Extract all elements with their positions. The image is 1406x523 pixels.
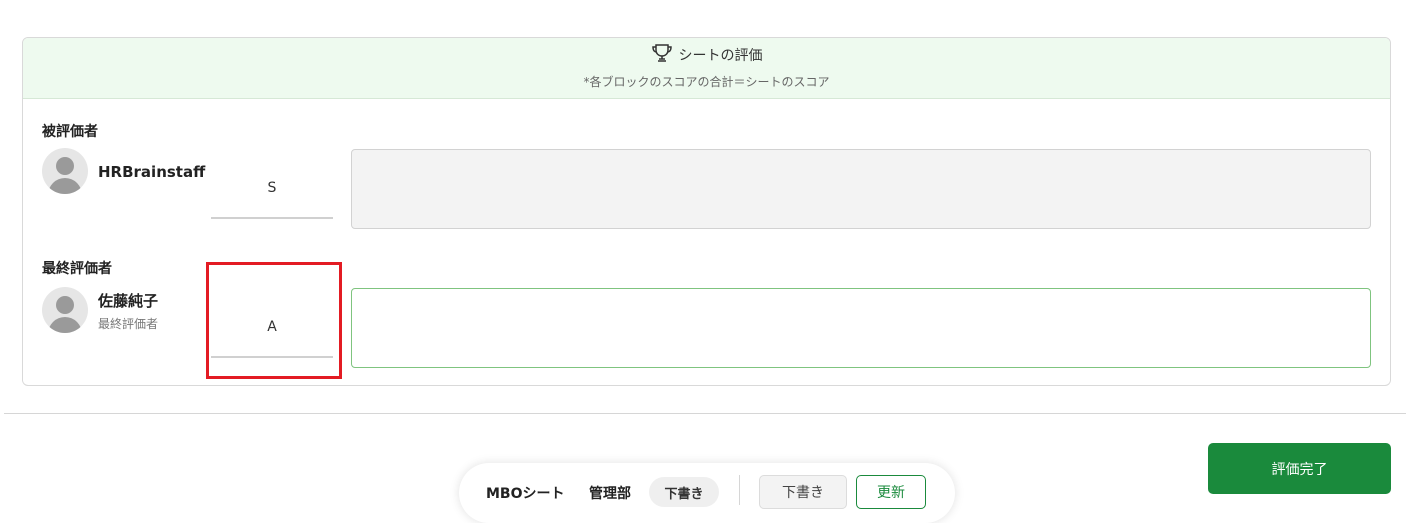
evaluatee-section-label: 被評価者 xyxy=(42,124,98,140)
status-bar: MBOシート 管理部 下書き 下書き 更新 xyxy=(459,463,955,523)
trophy-icon xyxy=(651,43,673,67)
evaluatee-grade-field[interactable]: S xyxy=(211,159,333,219)
final-evaluator-name: 佐藤純子 xyxy=(98,292,159,310)
card-title: シートの評価 xyxy=(678,48,763,64)
status-separator xyxy=(739,475,740,505)
evaluatee-comment-box xyxy=(351,149,1371,229)
final-evaluator-section-label: 最終評価者 xyxy=(42,261,112,277)
save-draft-button[interactable]: 下書き xyxy=(759,475,847,509)
sheet-name: MBOシート xyxy=(486,486,565,502)
sheet-evaluation-card: シートの評価 *各ブロックのスコアの合計＝シートのスコア 被評価者 HRBrai… xyxy=(22,37,1391,386)
card-header: シートの評価 *各ブロックのスコアの合計＝シートのスコア xyxy=(23,38,1390,99)
final-evaluator-comment-input[interactable] xyxy=(351,288,1371,368)
department-name: 管理部 xyxy=(589,486,631,502)
section-divider xyxy=(4,413,1406,414)
avatar xyxy=(42,287,88,333)
avatar xyxy=(42,148,88,194)
card-title-row: シートの評価 xyxy=(23,44,1390,66)
final-evaluator-role: 最終評価者 xyxy=(98,317,159,331)
status-badge: 下書き xyxy=(649,477,719,507)
complete-evaluation-button[interactable]: 評価完了 xyxy=(1208,443,1391,494)
card-subtitle: *各ブロックのスコアの合計＝シートのスコア xyxy=(583,75,830,89)
grade-field-highlight xyxy=(206,262,342,379)
update-button[interactable]: 更新 xyxy=(856,475,926,509)
evaluatee-name: HRBrainstaff xyxy=(98,163,206,181)
